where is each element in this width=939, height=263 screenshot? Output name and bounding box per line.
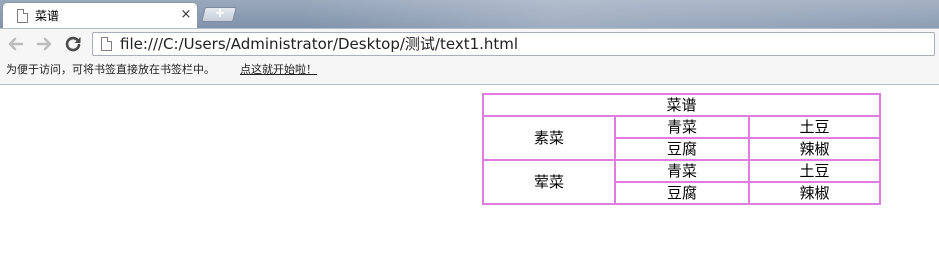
tab-active[interactable]: 菜谱 × <box>2 2 198 28</box>
titlebar-background <box>300 0 939 28</box>
table-row: 素菜 青菜 土豆 <box>482 115 881 161</box>
table-cell: 辣椒 <box>748 137 881 161</box>
table-cell: 青菜 <box>614 115 750 139</box>
tab-close-icon[interactable]: × <box>179 7 193 23</box>
table-cell: 青菜 <box>614 159 750 183</box>
group-cell: 荤菜 <box>482 159 616 205</box>
page-icon <box>101 37 112 51</box>
forward-button[interactable] <box>34 34 54 54</box>
page-icon <box>17 9 28 23</box>
tab-title: 菜谱 <box>35 9 60 23</box>
back-button[interactable] <box>6 34 26 54</box>
bookmark-import-link[interactable]: 点这就开始啦！ <box>240 63 317 77</box>
table-row: 荤菜 青菜 土豆 <box>482 159 881 205</box>
url-text[interactable]: file:///C:/Users/Administrator/Desktop/测… <box>120 35 518 54</box>
table-cell: 土豆 <box>748 159 881 183</box>
bookmark-bar: 为便于访问，可将书签直接放在书签栏中。 点这就开始啦！ <box>0 58 939 85</box>
address-bar[interactable]: file:///C:/Users/Administrator/Desktop/测… <box>92 32 935 56</box>
recipe-table: 菜谱 素菜 青菜 土豆 豆腐 辣椒 荤菜 青菜 土豆 豆腐 辣椒 <box>482 93 881 205</box>
table-row: 菜谱 <box>482 93 881 117</box>
table-cell: 土豆 <box>748 115 881 139</box>
tab-strip: 菜谱 × + <box>0 0 939 28</box>
arrow-right-icon <box>36 37 52 51</box>
plus-icon: + <box>214 6 226 21</box>
browser-toolbar: file:///C:/Users/Administrator/Desktop/测… <box>0 28 939 58</box>
page-content: 菜谱 素菜 青菜 土豆 豆腐 辣椒 荤菜 青菜 土豆 豆腐 辣椒 <box>0 86 939 263</box>
reload-icon <box>65 36 81 52</box>
bookmark-hint-text: 为便于访问，可将书签直接放在书签栏中。 <box>6 63 215 76</box>
table-cell: 豆腐 <box>614 137 750 161</box>
group-cell: 素菜 <box>482 115 616 161</box>
reload-button[interactable] <box>63 34 83 54</box>
arrow-left-icon <box>8 37 24 51</box>
table-caption-cell: 菜谱 <box>482 93 881 117</box>
table-cell: 辣椒 <box>748 181 881 205</box>
table-cell: 豆腐 <box>614 181 750 205</box>
